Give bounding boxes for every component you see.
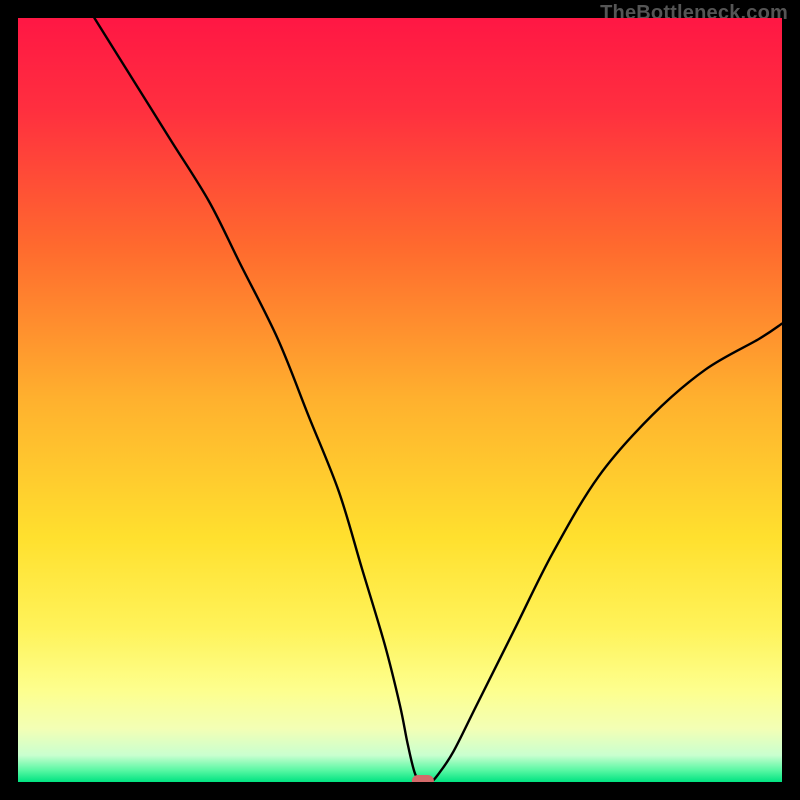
chart-frame: TheBottleneck.com — [0, 0, 800, 800]
plot-area — [18, 18, 782, 782]
minimum-marker — [412, 775, 434, 782]
bottleneck-chart — [18, 18, 782, 782]
